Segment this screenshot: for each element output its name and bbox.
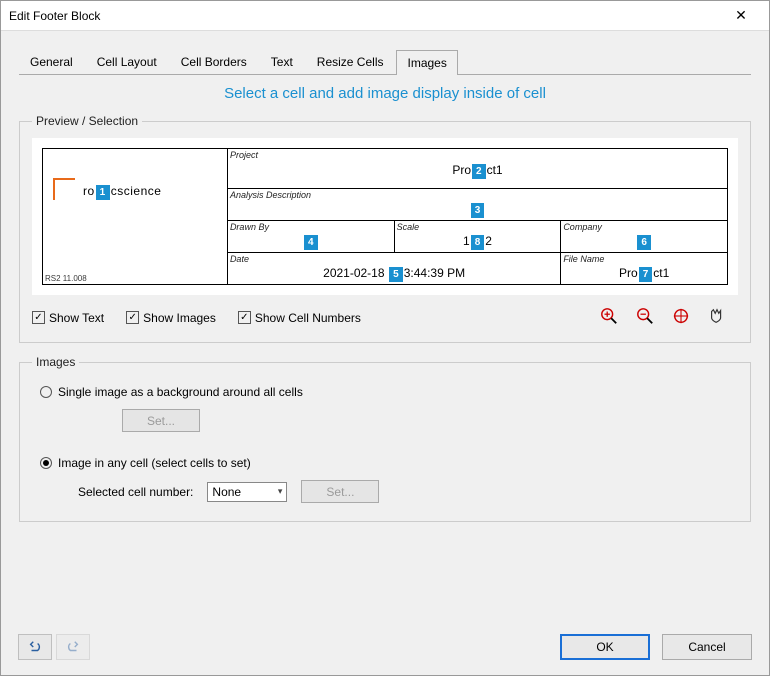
cancel-button[interactable]: Cancel — [662, 634, 752, 660]
radio-single-image[interactable]: Single image as a background around all … — [40, 385, 738, 399]
redo-button[interactable] — [56, 634, 90, 660]
badge-2: 2 — [472, 164, 486, 179]
tab-resize-cells[interactable]: Resize Cells — [306, 49, 395, 74]
show-text-checkbox[interactable]: ✓Show Text — [32, 311, 104, 325]
title-bar: Edit Footer Block ✕ — [1, 1, 769, 31]
preview-group: Preview / Selection ro1cscience RS2 11.0… — [19, 114, 751, 343]
cell-drawn-by[interactable]: Drawn By 4 — [227, 221, 394, 253]
preview-canvas[interactable]: ro1cscience RS2 11.008 Project Pro2ct1 A… — [32, 138, 738, 295]
tab-cell-borders[interactable]: Cell Borders — [170, 49, 258, 74]
selected-cell-select[interactable]: None▾ — [207, 482, 287, 502]
version-text: RS2 11.008 — [45, 274, 87, 283]
set-bg-button: Set... — [122, 409, 200, 432]
cell-filename[interactable]: File Name Pro7ct1 — [561, 253, 728, 285]
badge-6: 6 — [637, 235, 651, 250]
preview-legend: Preview / Selection — [32, 114, 142, 128]
tab-cell-layout[interactable]: Cell Layout — [86, 49, 168, 74]
tab-strip: General Cell Layout Cell Borders Text Re… — [19, 49, 751, 75]
badge-4: 4 — [304, 235, 318, 250]
window-title: Edit Footer Block — [9, 9, 721, 23]
radio-image-any-cell[interactable]: Image in any cell (select cells to set) — [40, 456, 738, 470]
cell-project[interactable]: Project Pro2ct1 — [227, 149, 727, 189]
badge-1: 1 — [96, 185, 110, 200]
ok-button[interactable]: OK — [560, 634, 650, 660]
zoom-out-icon[interactable] — [636, 307, 654, 328]
badge-3: 3 — [471, 203, 485, 218]
zoom-fit-icon[interactable] — [672, 307, 690, 328]
badge-5: 5 — [389, 267, 403, 282]
undo-button[interactable] — [18, 634, 52, 660]
images-group: Images Single image as a background arou… — [19, 355, 751, 522]
tab-text[interactable]: Text — [260, 49, 304, 74]
instruction-text: Select a cell and add image display insi… — [19, 85, 751, 102]
set-cell-button: Set... — [301, 480, 379, 503]
cell-analysis[interactable]: Analysis Description 3 — [227, 189, 727, 221]
show-cell-numbers-checkbox[interactable]: ✓Show Cell Numbers — [238, 311, 361, 325]
chevron-down-icon: ▾ — [278, 486, 283, 497]
cell-scale[interactable]: Scale 182 — [394, 221, 561, 253]
pan-icon[interactable] — [708, 307, 726, 328]
show-images-checkbox[interactable]: ✓Show Images — [126, 311, 216, 325]
tab-images[interactable]: Images — [396, 50, 457, 75]
images-legend: Images — [32, 355, 79, 369]
zoom-in-icon[interactable] — [600, 307, 618, 328]
cell-date[interactable]: Date 2021-02-18 53:44:39 PM — [227, 253, 560, 285]
tab-general[interactable]: General — [19, 49, 84, 74]
cell-logo[interactable]: ro1cscience RS2 11.008 — [43, 149, 228, 285]
logo-icon — [53, 178, 75, 200]
selected-cell-label: Selected cell number: — [78, 485, 193, 499]
cell-company[interactable]: Company 6 — [561, 221, 728, 253]
badge-8: 8 — [471, 235, 485, 250]
close-icon[interactable]: ✕ — [721, 7, 761, 24]
badge-7: 7 — [639, 267, 653, 282]
